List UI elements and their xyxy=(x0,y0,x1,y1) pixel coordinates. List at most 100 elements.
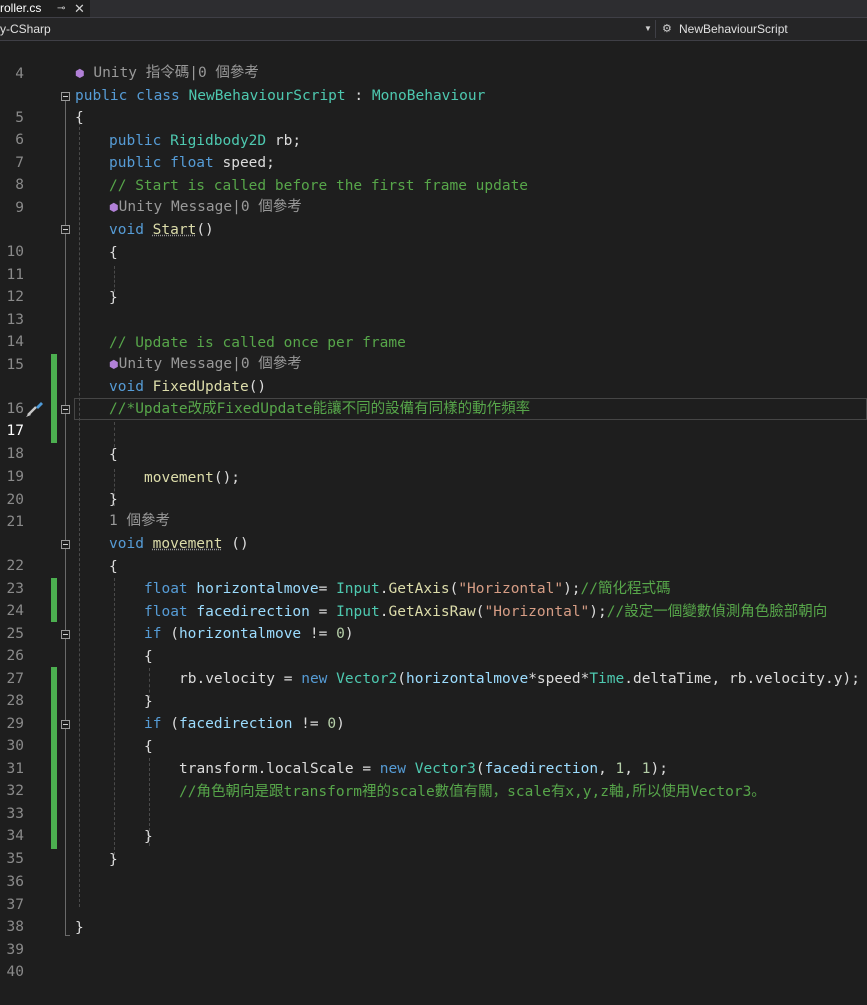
punct: = xyxy=(318,581,337,597)
codelens[interactable]: ⬢Unity Message|0 個參考 xyxy=(109,196,302,218)
comment: //*Update改成FixedUpdate能讓不同的設備有同樣的動作頻率 xyxy=(109,401,531,417)
identifier: .deltaTime, rb.velocity.y); xyxy=(624,671,860,687)
class-label: NewBehaviourScript xyxy=(679,22,788,36)
line-number: 4 xyxy=(15,66,24,82)
codelens-text: Unity Message|0 個參考 xyxy=(118,356,302,372)
code-text: { xyxy=(144,739,153,755)
method-call: movement xyxy=(144,470,214,486)
code-text: if (horizontalmove != 0) xyxy=(144,623,354,645)
unity-cube-icon: ⬢ xyxy=(109,358,119,371)
variable: horizontalmove xyxy=(178,626,302,642)
code-line: 36 } xyxy=(0,849,867,890)
number: 1 xyxy=(615,761,625,777)
code-line: 7 public Rigidbody2D rb; xyxy=(0,130,867,171)
punct: ) xyxy=(336,716,345,732)
dropdown-arrow-icon[interactable]: ▼ xyxy=(644,18,652,40)
keyword: void xyxy=(109,379,153,395)
codelens-text: Unity 指令碼|0 個參考 xyxy=(93,65,259,81)
code-line: 11 { xyxy=(0,242,867,283)
code-line: 15 // Update is called once per frame xyxy=(0,332,867,373)
code-line: 34 xyxy=(0,803,867,844)
punct: ( xyxy=(475,761,485,777)
code-line: 6 { xyxy=(0,107,867,148)
code-text: } xyxy=(75,920,84,936)
code-line: 21 } xyxy=(0,489,867,530)
nav-separator xyxy=(655,20,656,38)
document-tab-strip: roller.cs ⊸ ✕ xyxy=(0,0,867,18)
code-line: 5 public class NewBehaviourScript : Mono… xyxy=(0,85,867,126)
type: Vector2 xyxy=(336,671,398,687)
class-dropdown[interactable]: ⚙ NewBehaviourScript xyxy=(660,18,867,40)
comment: // Update is called once per frame xyxy=(109,335,406,351)
tab-filename: roller.cs xyxy=(0,1,42,15)
comment: //設定一個變數偵測角色臉部朝向 xyxy=(606,604,828,620)
code-line: 22 void movement () xyxy=(0,533,867,574)
code-text: { xyxy=(144,649,153,665)
codelens[interactable]: ⬢ Unity 指令碼|0 個參考 xyxy=(75,62,259,84)
close-icon[interactable]: ✕ xyxy=(74,0,85,17)
punct: () xyxy=(248,379,267,395)
keyword: new xyxy=(301,671,337,687)
keyword: public class xyxy=(75,88,189,104)
code-text: void Start() xyxy=(109,219,214,241)
pin-icon[interactable]: ⊸ xyxy=(57,0,65,17)
keyword: void xyxy=(109,222,153,238)
identifier: rb; xyxy=(266,133,302,149)
identifier: speed; xyxy=(213,155,275,171)
code-line: 18 xyxy=(0,421,867,462)
number: 0 xyxy=(336,626,345,642)
code-line: 4 xyxy=(0,41,867,82)
code-text: transform.localScale = new Vector3(faced… xyxy=(179,758,668,780)
document-tab[interactable]: roller.cs ⊸ ✕ xyxy=(0,0,90,17)
comment: //簡化程式碼 xyxy=(580,581,671,597)
code-line: 25 float facedirection = Input.GetAxisRa… xyxy=(0,601,867,642)
punct: ( xyxy=(475,604,485,620)
punct: () xyxy=(222,536,249,552)
code-editor[interactable]: 4 ⬢ Unity 指令碼|0 個參考 5 public class NewBe… xyxy=(0,41,867,980)
code-line: 20 movement(); xyxy=(0,467,867,508)
code-line: 32 transform.localScale = new Vector3(fa… xyxy=(0,758,867,799)
method-call: GetAxisRaw xyxy=(388,604,476,620)
punct: : xyxy=(345,88,372,104)
code-line: 9 // Start is called before the first fr… xyxy=(0,175,867,216)
operator: != xyxy=(292,716,328,732)
code-line: 28 rb.velocity = new Vector2(horizontalm… xyxy=(0,668,867,709)
code-text: rb.velocity = new Vector2(horizontalmove… xyxy=(179,668,860,690)
keyword: void xyxy=(109,536,153,552)
punct: ( xyxy=(397,671,406,687)
code-text: public class NewBehaviourScript : MonoBe… xyxy=(75,85,485,107)
number: 0 xyxy=(327,716,337,732)
code-line: 8 public float speed; xyxy=(0,152,867,193)
variable: facedirection xyxy=(484,761,599,777)
codelens[interactable]: ⬢Unity Message|0 個參考 xyxy=(109,353,302,375)
variable: facedirection xyxy=(178,716,293,732)
keyword: float xyxy=(144,604,197,620)
code-line: 38 xyxy=(0,894,867,935)
comment: // Start is called before the first fram… xyxy=(109,178,529,194)
code-line: 16 void FixedUpdate() xyxy=(0,376,867,417)
keyword: float xyxy=(144,581,197,597)
line-number: 40 xyxy=(6,964,24,980)
code-line: 23 { xyxy=(0,556,867,597)
punct: ); xyxy=(650,761,668,777)
keyword: public xyxy=(109,133,171,149)
base-class: MonoBehaviour xyxy=(371,88,486,104)
punct: ( xyxy=(161,626,179,642)
code-line: 35 } xyxy=(0,826,867,867)
code-line: 37 xyxy=(0,872,867,913)
method-call: GetAxis xyxy=(388,581,450,597)
code-text: } xyxy=(109,492,118,508)
string: "Horizontal" xyxy=(484,604,590,620)
codelens-text: 1 個參考 xyxy=(109,513,170,529)
codelens[interactable]: 1 個參考 xyxy=(109,510,170,532)
code-line: 29 } xyxy=(0,691,867,732)
code-text: public Rigidbody2D rb; xyxy=(109,130,301,152)
code-text: } xyxy=(109,852,118,868)
project-dropdown[interactable]: y-CSharp ▼ xyxy=(0,18,655,40)
class-name: NewBehaviourScript xyxy=(188,88,346,104)
navigation-bar: y-CSharp ▼ ⚙ NewBehaviourScript xyxy=(0,18,867,41)
identifier: transform.localScale = xyxy=(179,761,380,777)
identifier: *speed* xyxy=(528,671,590,687)
punct: (); xyxy=(213,470,241,486)
punct: () xyxy=(196,222,214,238)
